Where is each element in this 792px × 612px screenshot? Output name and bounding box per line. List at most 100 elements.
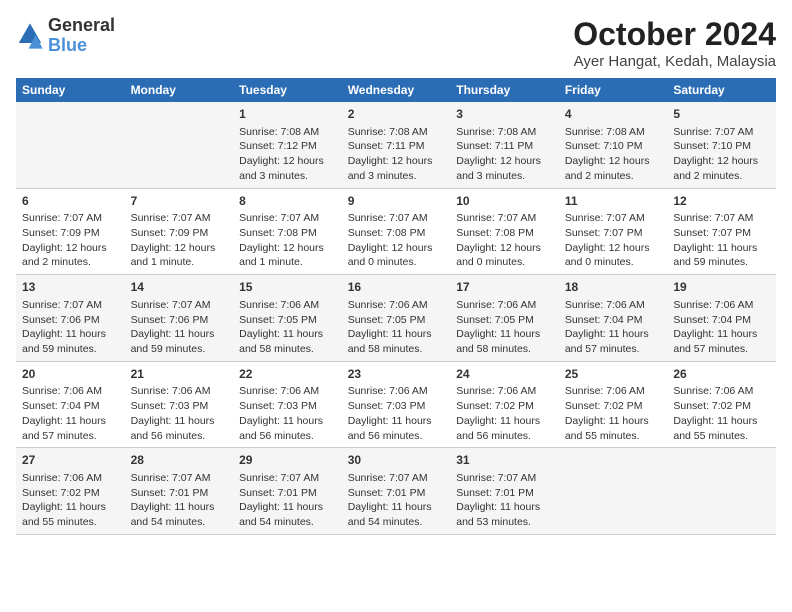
day-cell: 23Sunrise: 7:06 AM Sunset: 7:03 PM Dayli… — [342, 361, 451, 448]
week-row-1: 1 Sunrise: 7:08 AM Sunset: 7:12 PM Daylig… — [16, 102, 776, 188]
day-info: Sunrise: 7:07 AM Sunset: 7:09 PM Dayligh… — [131, 211, 228, 270]
day-info: Sunrise: 7:08 AM Sunset: 7:11 PM Dayligh… — [348, 125, 445, 184]
day-number: 4 — [565, 106, 662, 123]
day-info: Sunrise: 7:08 AM Sunset: 7:12 PM Dayligh… — [239, 125, 336, 184]
day-cell: 12Sunrise: 7:07 AM Sunset: 7:07 PM Dayli… — [667, 188, 776, 275]
day-number: 26 — [673, 366, 770, 383]
day-cell: 24Sunrise: 7:06 AM Sunset: 7:02 PM Dayli… — [450, 361, 559, 448]
week-row-2: 6Sunrise: 7:07 AM Sunset: 7:09 PM Daylig… — [16, 188, 776, 275]
day-info: Sunrise: 7:07 AM Sunset: 7:01 PM Dayligh… — [239, 471, 336, 530]
day-cell: 13Sunrise: 7:07 AM Sunset: 7:06 PM Dayli… — [16, 275, 125, 362]
day-number: 6 — [22, 193, 119, 210]
day-cell — [559, 448, 668, 535]
col-header-thursday: Thursday — [450, 78, 559, 102]
day-info: Sunrise: 7:06 AM Sunset: 7:04 PM Dayligh… — [565, 298, 662, 357]
day-cell: 3Sunrise: 7:08 AM Sunset: 7:11 PM Daylig… — [450, 102, 559, 188]
day-info: Sunrise: 7:06 AM Sunset: 7:02 PM Dayligh… — [456, 384, 553, 443]
main-title: October 2024 — [573, 16, 776, 53]
day-cell: 4 Sunrise: 7:08 AM Sunset: 7:10 PM Daylig… — [559, 102, 668, 188]
week-row-4: 20Sunrise: 7:06 AM Sunset: 7:04 PM Dayli… — [16, 361, 776, 448]
day-number: 3 — [456, 106, 553, 123]
day-cell: 14Sunrise: 7:07 AM Sunset: 7:06 PM Dayli… — [125, 275, 234, 362]
day-number: 2 — [348, 106, 445, 123]
day-info: Sunrise: 7:06 AM Sunset: 7:04 PM Dayligh… — [22, 384, 119, 443]
day-number: 7 — [131, 193, 228, 210]
day-cell: 16Sunrise: 7:06 AM Sunset: 7:05 PM Dayli… — [342, 275, 451, 362]
day-info: Sunrise: 7:07 AM Sunset: 7:10 PM Dayligh… — [673, 125, 770, 184]
day-number: 19 — [673, 279, 770, 296]
day-info: Sunrise: 7:07 AM Sunset: 7:07 PM Dayligh… — [673, 211, 770, 270]
day-cell: 27 Sunrise: 7:06 AM Sunset: 7:02 PM Dayli… — [16, 448, 125, 535]
day-cell: 10Sunrise: 7:07 AM Sunset: 7:08 PM Dayli… — [450, 188, 559, 275]
day-number: 16 — [348, 279, 445, 296]
col-header-saturday: Saturday — [667, 78, 776, 102]
day-info: Sunrise: 7:06 AM Sunset: 7:03 PM Dayligh… — [348, 384, 445, 443]
day-info: Sunrise: 7:06 AM Sunset: 7:05 PM Dayligh… — [456, 298, 553, 357]
day-info: Sunrise: 7:07 AM Sunset: 7:09 PM Dayligh… — [22, 211, 119, 270]
day-cell: 30 Sunrise: 7:07 AM Sunset: 7:01 PM Dayli… — [342, 448, 451, 535]
day-cell — [16, 102, 125, 188]
day-cell: 20Sunrise: 7:06 AM Sunset: 7:04 PM Dayli… — [16, 361, 125, 448]
day-number: 29 — [239, 452, 336, 469]
day-number: 12 — [673, 193, 770, 210]
day-number: 10 — [456, 193, 553, 210]
col-header-sunday: Sunday — [16, 78, 125, 102]
day-cell: 15 Sunrise: 7:06 AM Sunset: 7:05 PM Dayli… — [233, 275, 342, 362]
col-header-wednesday: Wednesday — [342, 78, 451, 102]
day-cell: 22Sunrise: 7:06 AM Sunset: 7:03 PM Dayli… — [233, 361, 342, 448]
day-number: 8 — [239, 193, 336, 210]
logo-icon — [16, 22, 44, 50]
day-info: Sunrise: 7:07 AM Sunset: 7:01 PM Dayligh… — [348, 471, 445, 530]
day-info: Sunrise: 7:06 AM Sunset: 7:02 PM Dayligh… — [22, 471, 119, 530]
day-number: 20 — [22, 366, 119, 383]
day-cell: 8Sunrise: 7:07 AM Sunset: 7:08 PM Daylig… — [233, 188, 342, 275]
calendar-table: SundayMondayTuesdayWednesdayThursdayFrid… — [16, 78, 776, 535]
day-number: 28 — [131, 452, 228, 469]
day-cell: 6Sunrise: 7:07 AM Sunset: 7:09 PM Daylig… — [16, 188, 125, 275]
day-info: Sunrise: 7:06 AM Sunset: 7:02 PM Dayligh… — [565, 384, 662, 443]
day-cell: 26Sunrise: 7:06 AM Sunset: 7:02 PM Dayli… — [667, 361, 776, 448]
week-row-3: 13 Sunrise: 7:07 AM Sunset: 7:06 PM Dayli… — [16, 275, 776, 362]
day-cell: 25Sunrise: 7:06 AM Sunset: 7:02 PM Dayli… — [559, 361, 668, 448]
day-number: 15 — [239, 279, 336, 296]
day-info: Sunrise: 7:07 AM Sunset: 7:08 PM Dayligh… — [239, 211, 336, 270]
day-number: 11 — [565, 193, 662, 210]
day-info: Sunrise: 7:07 AM Sunset: 7:06 PM Dayligh… — [131, 298, 228, 357]
day-info: Sunrise: 7:06 AM Sunset: 7:03 PM Dayligh… — [131, 384, 228, 443]
day-info: Sunrise: 7:08 AM Sunset: 7:10 PM Dayligh… — [565, 125, 662, 184]
day-number: 30 — [348, 452, 445, 469]
logo-text: General Blue — [48, 16, 115, 56]
day-info: Sunrise: 7:06 AM Sunset: 7:05 PM Dayligh… — [239, 298, 336, 357]
day-number: 21 — [131, 366, 228, 383]
day-number: 25 — [565, 366, 662, 383]
day-number: 17 — [456, 279, 553, 296]
day-number: 18 — [565, 279, 662, 296]
day-info: Sunrise: 7:06 AM Sunset: 7:04 PM Dayligh… — [673, 298, 770, 357]
week-row-5: 27 Sunrise: 7:06 AM Sunset: 7:02 PM Dayli… — [16, 448, 776, 535]
day-info: Sunrise: 7:07 AM Sunset: 7:07 PM Dayligh… — [565, 211, 662, 270]
day-cell: 2 Sunrise: 7:08 AM Sunset: 7:11 PM Daylig… — [342, 102, 451, 188]
day-info: Sunrise: 7:07 AM Sunset: 7:08 PM Dayligh… — [348, 211, 445, 270]
day-cell — [667, 448, 776, 535]
day-cell: 7Sunrise: 7:07 AM Sunset: 7:09 PM Daylig… — [125, 188, 234, 275]
day-number: 31 — [456, 452, 553, 469]
day-cell: 5 Sunrise: 7:07 AM Sunset: 7:10 PM Daylig… — [667, 102, 776, 188]
day-number: 22 — [239, 366, 336, 383]
day-number: 1 — [239, 106, 336, 123]
day-number: 27 — [22, 452, 119, 469]
day-number: 5 — [673, 106, 770, 123]
col-header-friday: Friday — [559, 78, 668, 102]
day-cell: 17 Sunrise: 7:06 AM Sunset: 7:05 PM Dayli… — [450, 275, 559, 362]
day-cell: 9Sunrise: 7:07 AM Sunset: 7:08 PM Daylig… — [342, 188, 451, 275]
day-cell — [125, 102, 234, 188]
day-cell: 28Sunrise: 7:07 AM Sunset: 7:01 PM Dayli… — [125, 448, 234, 535]
day-cell: 18 Sunrise: 7:06 AM Sunset: 7:04 PM Dayli… — [559, 275, 668, 362]
sub-title: Ayer Hangat, Kedah, Malaysia — [573, 53, 776, 70]
day-number: 13 — [22, 279, 119, 296]
logo: General Blue — [16, 16, 115, 56]
day-cell: 1 Sunrise: 7:08 AM Sunset: 7:12 PM Daylig… — [233, 102, 342, 188]
day-number: 9 — [348, 193, 445, 210]
header: General Blue October 2024 Ayer Hangat, K… — [16, 16, 776, 70]
title-area: October 2024 Ayer Hangat, Kedah, Malaysi… — [573, 16, 776, 70]
col-header-tuesday: Tuesday — [233, 78, 342, 102]
